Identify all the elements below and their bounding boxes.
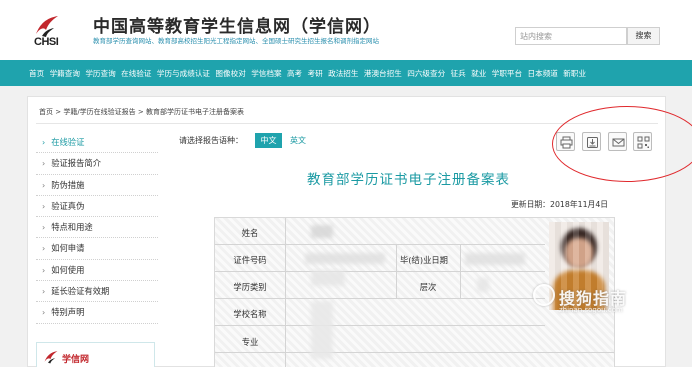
sidebar-item-label: 如何使用 — [51, 264, 85, 275]
chevron-right-icon: › — [42, 180, 46, 190]
nav-item-japan-channel[interactable]: 日本频道 — [528, 68, 558, 79]
content-panel: 首页 > 学籍/学历在线验证报告 > 教育部学历证书电子注册备案表 › 在线验证 … — [27, 96, 692, 367]
label-major: 专业 — [241, 337, 259, 347]
sidebar-item-how-to-apply[interactable]: › 如何申请 — [36, 238, 158, 260]
watermark-url: zhinan.sogou.com — [559, 306, 623, 314]
redacted-value — [311, 301, 333, 359]
nav-item-gaokao[interactable]: 高考 — [287, 68, 302, 79]
breadcrumb: 首页 > 学籍/学历在线验证报告 > 教育部学历证书电子注册备案表 — [39, 108, 244, 116]
sidebar-logo-text: 学信网 — [62, 355, 90, 365]
nav-item-online-verify[interactable]: 在线验证 — [121, 68, 151, 79]
nav-item-law-admission[interactable]: 政法招生 — [328, 68, 358, 79]
sidebar-item-how-to-use[interactable]: › 如何使用 — [36, 260, 158, 282]
chevron-right-icon: › — [42, 159, 46, 169]
sidebar-item-label: 在线验证 — [51, 137, 85, 147]
chevron-right-icon: › — [42, 201, 46, 211]
bird-logo-icon — [44, 351, 58, 364]
nav-item-new-career[interactable]: 新职业 — [563, 68, 586, 79]
site-title: 中国高等教育学生信息网（学信网） — [93, 17, 381, 37]
nav-item-hmt-admission[interactable]: 港澳台招生 — [364, 68, 402, 79]
sidebar-item-disclaimer[interactable]: › 特别声明 — [36, 302, 158, 324]
redacted-value — [311, 225, 333, 238]
sidebar-item-label: 防伪措施 — [51, 179, 85, 190]
nav-item-conscription[interactable]: 征兵 — [451, 68, 466, 79]
nav-item-employment[interactable]: 就业 — [471, 68, 486, 79]
nav-item-student-status[interactable]: 学籍查询 — [50, 68, 80, 79]
label-education-type: 学历类别 — [233, 282, 267, 292]
watermark: 搜狗指南 zhinan.sogou.com — [533, 282, 683, 322]
sidebar-item-verify-authenticity[interactable]: › 验证真伪 — [36, 196, 158, 218]
nav-item-archive[interactable]: 学信档案 — [251, 68, 281, 79]
divider — [460, 245, 461, 299]
redacted-value — [477, 278, 489, 292]
report-title: 教育部学历证书电子注册备案表 — [307, 172, 510, 188]
sidebar-item-label: 验证报告简介 — [51, 158, 101, 169]
nav-item-home[interactable]: 首页 — [29, 68, 44, 79]
sidebar-item-label: 延长验证有效期 — [51, 286, 110, 297]
watermark-logo-icon — [533, 284, 555, 306]
nav-item-career-platform[interactable]: 学职平台 — [492, 68, 522, 79]
sidebar-item-label: 如何申请 — [51, 243, 85, 254]
nav-item-cet-score[interactable]: 四六级查分 — [407, 68, 445, 79]
chevron-right-icon: › — [42, 138, 46, 147]
redacted-value — [465, 253, 525, 265]
sidebar-item-extend-validity[interactable]: › 延长验证有效期 — [36, 281, 158, 303]
divider — [285, 218, 286, 367]
label-level: 层次 — [419, 282, 437, 292]
sidebar-item-label: 特别声明 — [51, 307, 85, 318]
sidebar-item-label: 特点和用途 — [51, 222, 93, 233]
search-button[interactable]: 搜索 — [627, 27, 660, 45]
lang-chinese-button[interactable]: 中文 — [255, 133, 282, 148]
sidebar-logo-banner[interactable]: 学信网 — [36, 342, 155, 367]
language-label: 请选择报告语种： — [179, 136, 243, 145]
sidebar: › 在线验证 › 验证报告简介 › 防伪措施 › 验证真伪 › 特点和用途 › 如何申请 ›… — [36, 132, 158, 324]
redacted-value — [311, 270, 345, 286]
sidebar-item-report-intro[interactable]: › 验证报告简介 — [36, 153, 158, 175]
site-header: CHSI 中国高等教育学生信息网（学信网） 教育部学历查询网站、教育部高校招生阳… — [0, 0, 692, 60]
search-input[interactable]: 站内搜索 — [515, 27, 627, 45]
sidebar-item-online-verify[interactable]: › 在线验证 — [36, 132, 158, 154]
label-id-number: 证件号码 — [233, 255, 267, 265]
chsi-logo[interactable]: CHSI — [30, 14, 86, 48]
nav-item-certification[interactable]: 学历与成绩认证 — [157, 68, 210, 79]
redacted-value — [305, 253, 385, 264]
main-nav: 首页 学籍查询 学历查询 在线验证 学历与成绩认证 图像校对 学信档案 高考 考… — [0, 60, 692, 86]
chevron-right-icon: › — [42, 244, 46, 254]
nav-item-degree-query[interactable]: 学历查询 — [85, 68, 115, 79]
bird-logo-icon — [36, 16, 58, 37]
chevron-right-icon: › — [42, 287, 46, 297]
label-graduation-date: 毕(结)业日期 — [400, 255, 448, 265]
highlight-circle — [552, 106, 692, 182]
site-subtitle: 教育部学历查询网站、教育部高校招生阳光工程指定网站、全国硕士研究生招生报名和调剂… — [93, 37, 379, 45]
chevron-right-icon: › — [42, 308, 46, 318]
lang-english-link[interactable]: 英文 — [290, 135, 306, 146]
nav-item-kaoyan[interactable]: 考研 — [308, 68, 323, 79]
sidebar-item-anti-fake[interactable]: › 防伪措施 — [36, 175, 158, 196]
sidebar-item-features[interactable]: › 特点和用途 — [36, 217, 158, 239]
label-school: 学校名称 — [233, 309, 267, 319]
label-name: 姓名 — [241, 228, 259, 238]
nav-item-image-check[interactable]: 图像校对 — [215, 68, 245, 79]
logo-text: CHSI — [34, 36, 59, 48]
chevron-right-icon: › — [42, 265, 46, 275]
chevron-right-icon: › — [42, 223, 46, 233]
update-date: 更新日期：2018年11月4日 — [511, 200, 609, 209]
sidebar-item-label: 验证真伪 — [51, 200, 85, 211]
